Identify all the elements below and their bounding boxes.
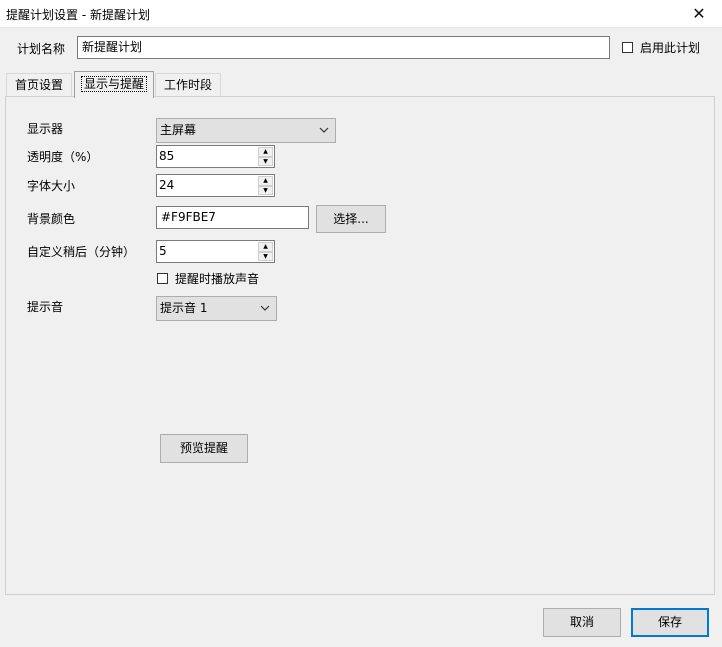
enable-plan-label: 启用此计划 [640,41,701,55]
tab-home-settings[interactable]: 首页设置 [6,73,72,96]
spin-up-icon[interactable]: ▲ [258,242,273,252]
opacity-value: 85 [159,149,175,163]
save-button[interactable]: 保存 [631,608,709,637]
snooze-value: 5 [159,244,167,258]
play-sound-label: 提醒时播放声音 [175,272,260,286]
tab-display-reminder[interactable]: 显示与提醒 [74,71,154,98]
close-button[interactable]: ✕ [676,0,722,27]
spin-down-icon[interactable]: ▼ [258,251,273,261]
bg-color-input[interactable]: #F9FBE7 [156,206,309,229]
monitor-select[interactable]: 主屏幕 [156,118,336,143]
title-bar: 提醒计划设置 - 新提醒计划 ✕ [0,0,722,28]
preview-reminder-button[interactable]: 预览提醒 [160,434,248,463]
cancel-button[interactable]: 取消 [543,608,621,637]
enable-plan-checkbox[interactable] [622,42,633,53]
spin-down-icon[interactable]: ▼ [258,185,273,195]
sound-label: 提示音 [27,300,64,314]
window-title: 提醒计划设置 - 新提醒计划 [6,8,150,22]
spin-down-icon[interactable]: ▼ [258,156,273,166]
tab-label: 首页设置 [14,78,63,92]
close-icon: ✕ [692,4,706,23]
chevron-down-icon [319,119,329,151]
sound-select-value: 提示音 1 [160,301,208,315]
tab-label: 工作时段 [163,78,212,92]
tab-label: 显示与提醒 [80,76,147,92]
opacity-label: 透明度（%） [27,150,99,164]
plan-name-label: 计划名称 [17,42,66,56]
monitor-label: 显示器 [27,122,64,136]
bg-color-label: 背景颜色 [27,212,76,226]
choose-color-button[interactable]: 选择... [316,205,386,233]
play-sound-checkbox[interactable] [157,273,168,284]
monitor-select-value: 主屏幕 [160,123,197,137]
font-size-value: 24 [159,178,175,192]
spin-up-icon[interactable]: ▲ [258,147,273,157]
spin-up-icon[interactable]: ▲ [258,176,273,186]
font-size-label: 字体大小 [27,179,76,193]
chevron-down-icon [260,297,270,329]
snooze-stepper[interactable]: 5 ▲ ▼ [156,240,275,263]
tab-work-hours[interactable]: 工作时段 [155,73,221,96]
snooze-label: 自定义稍后（分钟） [27,245,136,259]
opacity-stepper[interactable]: 85 ▲ ▼ [156,145,275,168]
font-size-stepper[interactable]: 24 ▲ ▼ [156,174,275,197]
plan-name-input[interactable]: 新提醒计划 [77,36,610,59]
tab-panel [5,96,715,595]
sound-select[interactable]: 提示音 1 [156,296,277,321]
